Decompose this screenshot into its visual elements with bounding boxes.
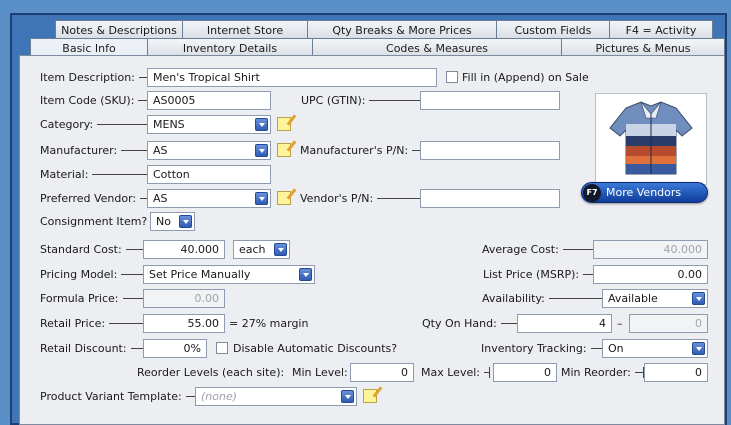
preferred-vendor-value: AS: [153, 192, 168, 205]
chevron-down-icon: [299, 268, 312, 281]
list-price-label: List Price (MSRP):: [483, 265, 606, 284]
tab-label: Custom Fields: [514, 23, 592, 37]
material-field[interactable]: Cotton: [147, 165, 271, 184]
tab-qty-breaks[interactable]: Qty Breaks & More Prices: [307, 20, 497, 39]
reorder-levels-label: Reorder Levels (each site):: [137, 366, 285, 379]
tab-label: Pictures & Menus: [595, 41, 691, 55]
item-description-field[interactable]: Men's Tropical Shirt: [147, 68, 437, 87]
list-price-field[interactable]: 0.00: [593, 265, 708, 284]
availability-label: Availability:: [482, 289, 606, 308]
availability-value: Available: [608, 292, 658, 305]
fill-in-append-label: Fill in (Append) on Sale: [462, 71, 589, 84]
max-level-field[interactable]: 0: [493, 363, 557, 382]
upc-label: UPC (GTIN):: [301, 91, 439, 110]
tab-internet-store[interactable]: Internet Store: [182, 20, 308, 39]
availability-select[interactable]: Available: [602, 289, 708, 308]
disable-discounts-checkbox[interactable]: [216, 342, 228, 354]
edit-note-icon[interactable]: [277, 143, 291, 157]
edit-note-icon[interactable]: [363, 389, 377, 403]
average-cost-label: Average Cost:: [482, 240, 606, 259]
f7-key-icon: F7: [583, 183, 601, 202]
average-cost-field: 40.000: [593, 240, 708, 259]
consignment-value: No: [156, 215, 171, 228]
inventory-tracking-value: On: [608, 342, 624, 355]
category-select[interactable]: MENS: [147, 115, 271, 134]
preferred-vendor-select[interactable]: AS: [147, 189, 271, 208]
shirt-image: [609, 101, 693, 175]
vendor-pn-label: Vendor's P/N:: [300, 189, 439, 208]
cost-unit-select[interactable]: each: [233, 240, 290, 259]
tab-label: Basic Info: [62, 41, 116, 55]
variant-template-select[interactable]: (none): [195, 387, 357, 406]
chevron-down-icon: [692, 342, 705, 355]
manufacturer-select[interactable]: AS: [147, 141, 271, 160]
tab-label: Qty Breaks & More Prices: [332, 23, 472, 37]
variant-template-value: (none): [201, 390, 238, 403]
chevron-down-icon: [255, 192, 268, 205]
tab-row-top: Notes & Descriptions Internet Store Qty …: [55, 20, 713, 39]
product-picture[interactable]: [595, 93, 707, 185]
formula-price-field: 0.00: [143, 289, 225, 308]
consignment-label: Consignment Item?: [40, 215, 148, 228]
retail-discount-field[interactable]: 0%: [143, 339, 207, 358]
qty-on-hand-field[interactable]: 4: [517, 314, 612, 333]
margin-text: = 27% margin: [229, 317, 309, 330]
manufacturer-pn-field[interactable]: [420, 141, 560, 160]
min-reorder-field[interactable]: 0: [644, 363, 708, 382]
tab-notes-descriptions[interactable]: Notes & Descriptions: [55, 20, 183, 39]
min-level-field[interactable]: 0: [350, 363, 414, 382]
tab-custom-fields[interactable]: Custom Fields: [496, 20, 610, 39]
more-vendors-label: More Vendors: [606, 186, 682, 199]
disable-discounts-label: Disable Automatic Discounts?: [233, 342, 398, 355]
chevron-down-icon: [692, 292, 705, 305]
qty-committed-field: 0: [629, 314, 708, 333]
category-value: MENS: [153, 118, 185, 131]
edit-note-icon[interactable]: [277, 117, 291, 131]
standard-cost-field[interactable]: 40.000: [143, 240, 225, 259]
inventory-tracking-select[interactable]: On: [602, 339, 708, 358]
more-vendors-button[interactable]: F7 More Vendors: [581, 182, 708, 203]
item-code-field[interactable]: AS0005: [147, 91, 271, 110]
chevron-down-icon: [341, 390, 354, 403]
chevron-down-icon: [274, 243, 287, 256]
qty-dash: –: [617, 317, 623, 330]
retail-price-field[interactable]: 55.00: [143, 314, 225, 333]
tab-label: Inventory Details: [182, 41, 278, 55]
max-level-label: Max Level:: [421, 363, 493, 382]
tab-label: Internet Store: [206, 23, 284, 37]
tab-activity[interactable]: F4 = Activity: [609, 20, 713, 39]
tab-label: Codes & Measures: [386, 41, 488, 55]
vendor-pn-field[interactable]: [420, 189, 560, 208]
chevron-down-icon: [179, 215, 192, 228]
min-reorder-label: Min Reorder:: [561, 363, 647, 382]
pricing-model-value: Set Price Manually: [149, 268, 251, 281]
manufacturer-pn-label: Manufacturer's P/N:: [300, 141, 439, 160]
consignment-select[interactable]: No: [150, 212, 195, 231]
basic-info-panel: Item Description: Men's Tropical Shirt F…: [19, 55, 725, 425]
edit-note-icon[interactable]: [277, 191, 291, 205]
qty-on-hand-label: Qty On Hand:: [422, 314, 522, 333]
cost-unit-value: each: [239, 243, 266, 256]
pricing-model-select[interactable]: Set Price Manually: [143, 265, 315, 284]
tab-label: F4 = Activity: [625, 23, 697, 37]
chevron-down-icon: [255, 118, 268, 131]
chevron-down-icon: [255, 144, 268, 157]
tab-label: Notes & Descriptions: [61, 23, 177, 37]
fill-in-append-checkbox[interactable]: [446, 71, 458, 83]
inventory-tracking-label: Inventory Tracking:: [481, 339, 606, 358]
upc-field[interactable]: [420, 91, 560, 110]
manufacturer-value: AS: [153, 144, 168, 157]
variant-template-label: Product Variant Template:: [40, 387, 214, 406]
